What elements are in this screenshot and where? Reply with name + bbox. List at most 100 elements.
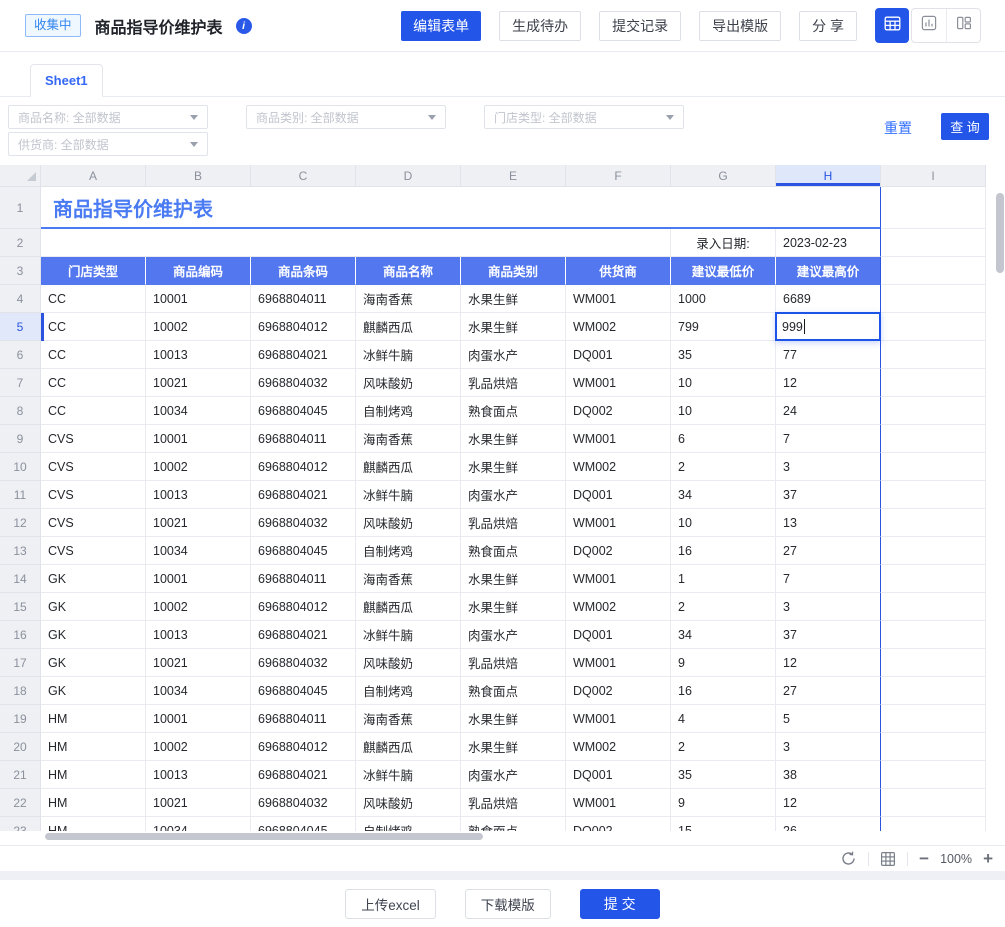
cell[interactable]: 乳品烘焙 bbox=[461, 789, 566, 817]
grid-settings-icon[interactable] bbox=[880, 851, 896, 867]
sheet-view-button[interactable] bbox=[875, 8, 909, 43]
row-number[interactable]: 20 bbox=[0, 733, 41, 761]
cell[interactable] bbox=[881, 733, 986, 761]
cell[interactable]: HM bbox=[41, 817, 146, 831]
row-number[interactable]: 22 bbox=[0, 789, 41, 817]
cell[interactable]: WM002 bbox=[566, 733, 671, 761]
cell[interactable]: 6 bbox=[671, 425, 776, 453]
cell[interactable]: CC bbox=[41, 285, 146, 313]
cell[interactable] bbox=[881, 425, 986, 453]
cell[interactable]: WM001 bbox=[566, 369, 671, 397]
entry-date-label-cell[interactable]: 录入日期: bbox=[671, 229, 776, 257]
cell[interactable]: 6968804011 bbox=[251, 565, 356, 593]
cell[interactable]: 10 bbox=[671, 509, 776, 537]
cell[interactable]: 1000 bbox=[671, 285, 776, 313]
cell[interactable]: 2 bbox=[671, 733, 776, 761]
select-all-corner[interactable] bbox=[0, 165, 41, 187]
column-header-H[interactable]: H bbox=[776, 165, 881, 187]
cell[interactable] bbox=[881, 565, 986, 593]
cell[interactable]: 6968804011 bbox=[251, 425, 356, 453]
cell[interactable]: 10001 bbox=[146, 565, 251, 593]
cell[interactable]: 27 bbox=[776, 537, 881, 565]
download-template-button[interactable]: 下载模版 bbox=[465, 889, 551, 919]
cell[interactable]: 6968804032 bbox=[251, 509, 356, 537]
cell[interactable]: 麒麟西瓜 bbox=[356, 593, 461, 621]
cell[interactable]: 10001 bbox=[146, 285, 251, 313]
cell[interactable]: CVS bbox=[41, 537, 146, 565]
cell[interactable]: 冰鲜牛腩 bbox=[356, 621, 461, 649]
cell[interactable]: 水果生鲜 bbox=[461, 453, 566, 481]
column-header-A[interactable]: A bbox=[41, 165, 146, 187]
cell[interactable]: 肉蛋水产 bbox=[461, 761, 566, 789]
zoom-out-button[interactable]: − bbox=[919, 850, 929, 867]
cell[interactable]: 麒麟西瓜 bbox=[356, 313, 461, 341]
cell[interactable]: WM001 bbox=[566, 565, 671, 593]
cell[interactable]: 海南香蕉 bbox=[356, 425, 461, 453]
cell[interactable]: 冰鲜牛腩 bbox=[356, 761, 461, 789]
chart-view-button[interactable] bbox=[912, 9, 946, 42]
cell[interactable]: 7 bbox=[776, 565, 881, 593]
cell[interactable]: 6968804021 bbox=[251, 341, 356, 369]
cell-editor[interactable]: 999 bbox=[775, 312, 881, 341]
cell[interactable]: 10002 bbox=[146, 733, 251, 761]
cell[interactable]: DQ002 bbox=[566, 537, 671, 565]
cell[interactable]: 10013 bbox=[146, 341, 251, 369]
submit-records-button[interactable]: 提交记录 bbox=[599, 11, 681, 41]
cell[interactable]: 3 bbox=[776, 733, 881, 761]
cell[interactable] bbox=[881, 677, 986, 705]
row-number[interactable]: 2 bbox=[0, 229, 41, 257]
cell[interactable]: 水果生鲜 bbox=[461, 313, 566, 341]
row-number[interactable]: 16 bbox=[0, 621, 41, 649]
cell[interactable]: 2 bbox=[671, 453, 776, 481]
column-header-B[interactable]: B bbox=[146, 165, 251, 187]
cell[interactable]: 5 bbox=[776, 705, 881, 733]
cell[interactable]: 10001 bbox=[146, 425, 251, 453]
cell[interactable] bbox=[881, 761, 986, 789]
cell[interactable]: HM bbox=[41, 705, 146, 733]
cell[interactable] bbox=[881, 481, 986, 509]
cell[interactable]: 9 bbox=[671, 789, 776, 817]
cell[interactable]: 6968804021 bbox=[251, 761, 356, 789]
column-header-F[interactable]: F bbox=[566, 165, 671, 187]
cell[interactable]: 6968804045 bbox=[251, 537, 356, 565]
cell[interactable]: WM002 bbox=[566, 313, 671, 341]
cell[interactable]: DQ002 bbox=[566, 817, 671, 831]
row-number[interactable]: 19 bbox=[0, 705, 41, 733]
row-number[interactable]: 11 bbox=[0, 481, 41, 509]
cell[interactable]: 肉蛋水产 bbox=[461, 481, 566, 509]
cell[interactable]: 6968804021 bbox=[251, 481, 356, 509]
row-number[interactable]: 21 bbox=[0, 761, 41, 789]
cell[interactable]: HM bbox=[41, 761, 146, 789]
zoom-in-button[interactable]: + bbox=[983, 850, 993, 867]
cell[interactable]: 10021 bbox=[146, 649, 251, 677]
generate-todo-button[interactable]: 生成待办 bbox=[499, 11, 581, 41]
cell[interactable]: 10002 bbox=[146, 593, 251, 621]
row-number[interactable]: 13 bbox=[0, 537, 41, 565]
cell[interactable]: 风味酸奶 bbox=[356, 649, 461, 677]
cell[interactable]: 6968804045 bbox=[251, 817, 356, 831]
cell[interactable]: 乳品烘焙 bbox=[461, 509, 566, 537]
cell[interactable]: 3 bbox=[776, 593, 881, 621]
row-number[interactable]: 17 bbox=[0, 649, 41, 677]
cell[interactable]: 10001 bbox=[146, 705, 251, 733]
row-number[interactable]: 15 bbox=[0, 593, 41, 621]
cell[interactable]: 麒麟西瓜 bbox=[356, 733, 461, 761]
sheet-title-cell[interactable]: 商品指导价维护表 bbox=[41, 187, 881, 229]
cell[interactable]: 16 bbox=[671, 537, 776, 565]
vertical-scrollbar[interactable] bbox=[996, 193, 1004, 273]
edit-form-button[interactable]: 编辑表单 bbox=[401, 11, 481, 41]
cell[interactable]: 水果生鲜 bbox=[461, 565, 566, 593]
cell[interactable]: 10 bbox=[671, 397, 776, 425]
cell[interactable]: 37 bbox=[776, 481, 881, 509]
entry-date-value-cell[interactable]: 2023-02-23 bbox=[776, 229, 881, 257]
info-icon[interactable]: i bbox=[236, 18, 252, 34]
cell[interactable]: HM bbox=[41, 733, 146, 761]
cell[interactable] bbox=[881, 509, 986, 537]
cell[interactable] bbox=[41, 229, 671, 257]
cell[interactable]: GK bbox=[41, 677, 146, 705]
cell[interactable]: 38 bbox=[776, 761, 881, 789]
cell[interactable]: DQ001 bbox=[566, 761, 671, 789]
cell[interactable]: 3 bbox=[776, 453, 881, 481]
cell[interactable]: DQ001 bbox=[566, 341, 671, 369]
cell[interactable]: 熟食面点 bbox=[461, 537, 566, 565]
